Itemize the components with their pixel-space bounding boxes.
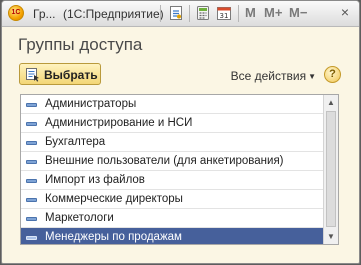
scroll-down-icon[interactable]: ▼ [324, 229, 338, 244]
command-bar: Выбрать Все действия ▼ ? [2, 61, 359, 89]
list-item-label: Маркетологи [45, 212, 114, 224]
form-window: 1С Гр... (1С:Предприятие) 31 M M+ M− × Г [1, 0, 360, 264]
list-item[interactable]: Импорт из файлов [21, 171, 323, 190]
calendar-icon[interactable]: 31 [216, 5, 232, 21]
list-item-label: Менеджеры по продажам [45, 231, 182, 243]
all-actions-label: Все действия [230, 69, 307, 83]
group-icon [26, 103, 37, 107]
list-item[interactable]: Администрирование и НСИ [21, 114, 323, 133]
chevron-down-icon: ▼ [308, 72, 316, 81]
app-logo-icon[interactable]: 1С [8, 5, 24, 21]
list-item-label: Внешние пользователи (для анкетирования) [45, 155, 284, 167]
link-document-icon[interactable] [168, 5, 184, 21]
group-icon [26, 179, 37, 183]
list-item[interactable]: Администраторы [21, 95, 323, 114]
list-item[interactable]: Внешние пользователи (для анкетирования) [21, 152, 323, 171]
memory-minus-button[interactable]: M− [289, 5, 307, 20]
calculator-icon[interactable] [195, 5, 211, 21]
toolbar-separator [160, 5, 161, 22]
svg-text:31: 31 [220, 12, 229, 20]
title-bar: 1С Гр... (1С:Предприятие) 31 M M+ M− × [2, 1, 359, 27]
list-item[interactable]: Бухгалтера [21, 133, 323, 152]
list-item[interactable]: Коммерческие директоры [21, 190, 323, 209]
select-button-label: Выбрать [44, 68, 98, 82]
group-icon [26, 141, 37, 145]
scroll-thumb[interactable] [326, 111, 336, 227]
list-item-label: Импорт из файлов [45, 174, 145, 186]
memory-plus-button[interactable]: M+ [264, 5, 282, 20]
list-item-label: Бухгалтера [45, 136, 106, 148]
list-item[interactable]: Менеджеры по продажам [21, 228, 323, 244]
scroll-up-icon[interactable]: ▲ [324, 95, 338, 110]
toolbar-separator [238, 5, 239, 22]
select-icon [26, 68, 39, 82]
close-button[interactable]: × [337, 4, 353, 20]
access-groups-list[interactable]: Администраторы Администрирование и НСИ Бух… [20, 94, 339, 245]
all-actions-menu[interactable]: Все действия ▼ [231, 69, 316, 83]
select-button[interactable]: Выбрать [19, 63, 101, 85]
group-icon [26, 122, 37, 126]
toolbar-separator [189, 5, 190, 22]
window-title-app: (1С:Предприятие) [63, 7, 164, 21]
help-button[interactable]: ? [324, 66, 341, 83]
memory-button-m[interactable]: M [245, 5, 256, 20]
list-item[interactable]: Маркетологи [21, 209, 323, 228]
vertical-scrollbar[interactable]: ▲ ▼ [323, 95, 338, 244]
group-icon [26, 236, 37, 240]
list-item-label: Администраторы [45, 98, 137, 110]
page-title: Группы доступа [18, 35, 143, 54]
group-icon [26, 217, 37, 221]
list-item-label: Администрирование и НСИ [45, 117, 193, 129]
list-item-label: Коммерческие директоры [45, 193, 183, 205]
group-icon [26, 160, 37, 164]
group-icon [26, 198, 37, 202]
window-title-short: Гр... [33, 7, 56, 21]
